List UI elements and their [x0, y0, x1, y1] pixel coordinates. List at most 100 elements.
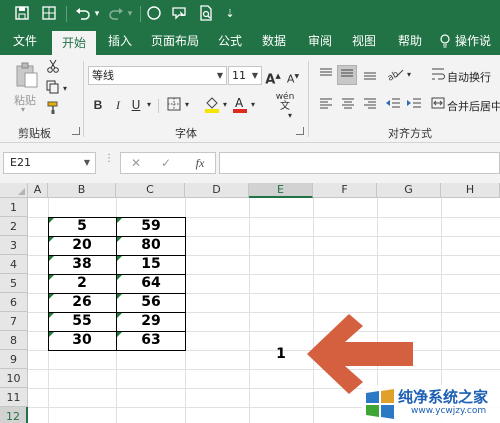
cell-c2[interactable]: 59 [116, 217, 186, 236]
cell-b8[interactable]: 30 [48, 331, 116, 350]
redo-dropdown-icon[interactable]: ▾ [125, 5, 135, 23]
column-header-h[interactable]: H [441, 183, 500, 198]
drag-handle-icon[interactable]: ⋮ [104, 154, 114, 169]
column-header-g[interactable]: G [377, 183, 441, 198]
font-size-select[interactable]: 11 ▼ [228, 66, 262, 85]
cell-b3[interactable]: 20 [48, 236, 116, 255]
circle-icon[interactable] [145, 5, 163, 23]
italic-button[interactable]: I [110, 96, 126, 114]
name-box[interactable]: E21 ▼ [3, 152, 96, 174]
insert-function-icon[interactable]: fx [191, 153, 209, 173]
save-icon[interactable] [13, 5, 31, 23]
row-header-1[interactable]: 1 [0, 198, 28, 217]
cell-b7[interactable]: 55 [48, 312, 116, 331]
cell-c8[interactable]: 63 [116, 331, 186, 350]
grid-icon[interactable] [40, 5, 58, 23]
shrink-font-icon[interactable]: A▼ [285, 68, 301, 89]
underline-dropdown-icon[interactable]: ▾ [144, 96, 154, 114]
font-name-select[interactable]: 等线 ▼ [88, 66, 227, 85]
tab-help[interactable]: 帮助 [392, 28, 428, 55]
cell-b5[interactable]: 2 [48, 274, 116, 293]
align-left-icon[interactable] [317, 96, 335, 116]
paste-dropdown-icon[interactable]: ▾ [21, 105, 25, 114]
decrease-indent-icon[interactable] [384, 96, 402, 116]
bold-button[interactable]: B [90, 96, 106, 114]
shape-icon[interactable] [170, 5, 188, 23]
grow-font-icon[interactable]: A▲ [265, 67, 281, 89]
increase-indent-icon[interactable] [405, 96, 423, 116]
column-header-d[interactable]: D [185, 183, 249, 198]
row-header-8[interactable]: 8 [0, 331, 28, 350]
tab-view[interactable]: 视图 [346, 28, 382, 55]
cut-icon[interactable] [45, 59, 61, 79]
tab-insert[interactable]: 插入 [102, 28, 138, 55]
cell-c5[interactable]: 64 [116, 274, 186, 293]
row-header-11[interactable]: 11 [0, 388, 28, 407]
tab-file[interactable]: 文件 [4, 28, 46, 55]
tell-me-search[interactable]: 操作说 [455, 28, 500, 55]
merge-center-icon[interactable] [430, 96, 446, 116]
cell-c6[interactable]: 56 [116, 293, 186, 312]
cell-c4[interactable]: 15 [116, 255, 186, 274]
print-preview-icon[interactable] [197, 5, 215, 23]
copy-dropdown-icon[interactable]: ▾ [61, 80, 69, 98]
cell-b6[interactable]: 26 [48, 293, 116, 312]
clipboard-launcher-icon[interactable] [72, 127, 80, 135]
align-bottom-icon[interactable] [361, 67, 379, 87]
cell-c3[interactable]: 80 [116, 236, 186, 255]
cell-e8[interactable]: 1 [249, 345, 313, 364]
column-header-c[interactable]: C [116, 183, 185, 198]
undo-icon[interactable] [74, 5, 92, 23]
row-header-12[interactable]: 12 [0, 407, 28, 423]
row-header-3[interactable]: 3 [0, 236, 28, 255]
column-header-b[interactable]: B [48, 183, 116, 198]
row-header-10[interactable]: 10 [0, 369, 28, 388]
copy-icon[interactable] [45, 80, 61, 100]
font-color-icon[interactable]: A [232, 95, 248, 119]
tab-data[interactable]: 数据 [256, 28, 292, 55]
tab-home[interactable]: 开始 [52, 31, 96, 55]
row-header-4[interactable]: 4 [0, 255, 28, 274]
borders-dropdown-icon[interactable]: ▾ [183, 96, 191, 114]
undo-dropdown-icon[interactable]: ▾ [92, 5, 102, 23]
row-header-9[interactable]: 9 [0, 350, 28, 369]
column-header-a[interactable]: A [28, 183, 48, 198]
font-launcher-icon[interactable] [296, 127, 304, 135]
row-header-5[interactable]: 5 [0, 274, 28, 293]
merge-center-button[interactable]: 合并后居中 [447, 98, 500, 114]
cell-c7[interactable]: 29 [116, 312, 186, 331]
formula-input[interactable] [219, 152, 500, 174]
column-header-e[interactable]: E [249, 183, 313, 198]
row-header-6[interactable]: 6 [0, 293, 28, 312]
orientation-dropdown-icon[interactable]: ▾ [405, 66, 413, 84]
cancel-icon[interactable]: ✕ [127, 153, 145, 173]
font-color-dropdown-icon[interactable]: ▾ [249, 96, 257, 114]
underline-button[interactable]: U [129, 96, 143, 114]
fill-color-dropdown-icon[interactable]: ▾ [221, 96, 229, 114]
align-right-icon[interactable] [361, 96, 379, 116]
customize-icon[interactable]: ⇣ [224, 5, 236, 23]
tab-review[interactable]: 审阅 [302, 28, 338, 55]
confirm-icon[interactable]: ✓ [157, 153, 175, 173]
phonetic-dropdown-icon[interactable]: ▾ [286, 107, 294, 125]
column-header-f[interactable]: F [313, 183, 377, 198]
row-header-7[interactable]: 7 [0, 312, 28, 331]
wrap-text-icon[interactable] [430, 67, 446, 87]
cell-b4[interactable]: 38 [48, 255, 116, 274]
cell-b2[interactable]: 5 [48, 217, 116, 236]
paste-icon[interactable] [14, 61, 40, 91]
align-top-icon[interactable] [317, 67, 335, 87]
align-center-icon[interactable] [339, 96, 357, 116]
borders-icon[interactable] [166, 97, 182, 117]
tab-page-layout[interactable]: 页面布局 [146, 28, 204, 55]
align-middle-icon[interactable] [337, 65, 357, 85]
tab-formulas[interactable]: 公式 [212, 28, 248, 55]
select-all-corner[interactable] [0, 183, 28, 198]
lightbulb-icon[interactable] [438, 28, 452, 55]
format-painter-icon[interactable] [45, 101, 61, 121]
wrap-text-button[interactable]: 自动换行 [447, 69, 491, 85]
fill-color-icon[interactable] [203, 95, 221, 119]
redo-icon[interactable] [107, 5, 125, 23]
orientation-icon[interactable]: ab [385, 65, 405, 87]
row-header-2[interactable]: 2 [0, 217, 28, 236]
